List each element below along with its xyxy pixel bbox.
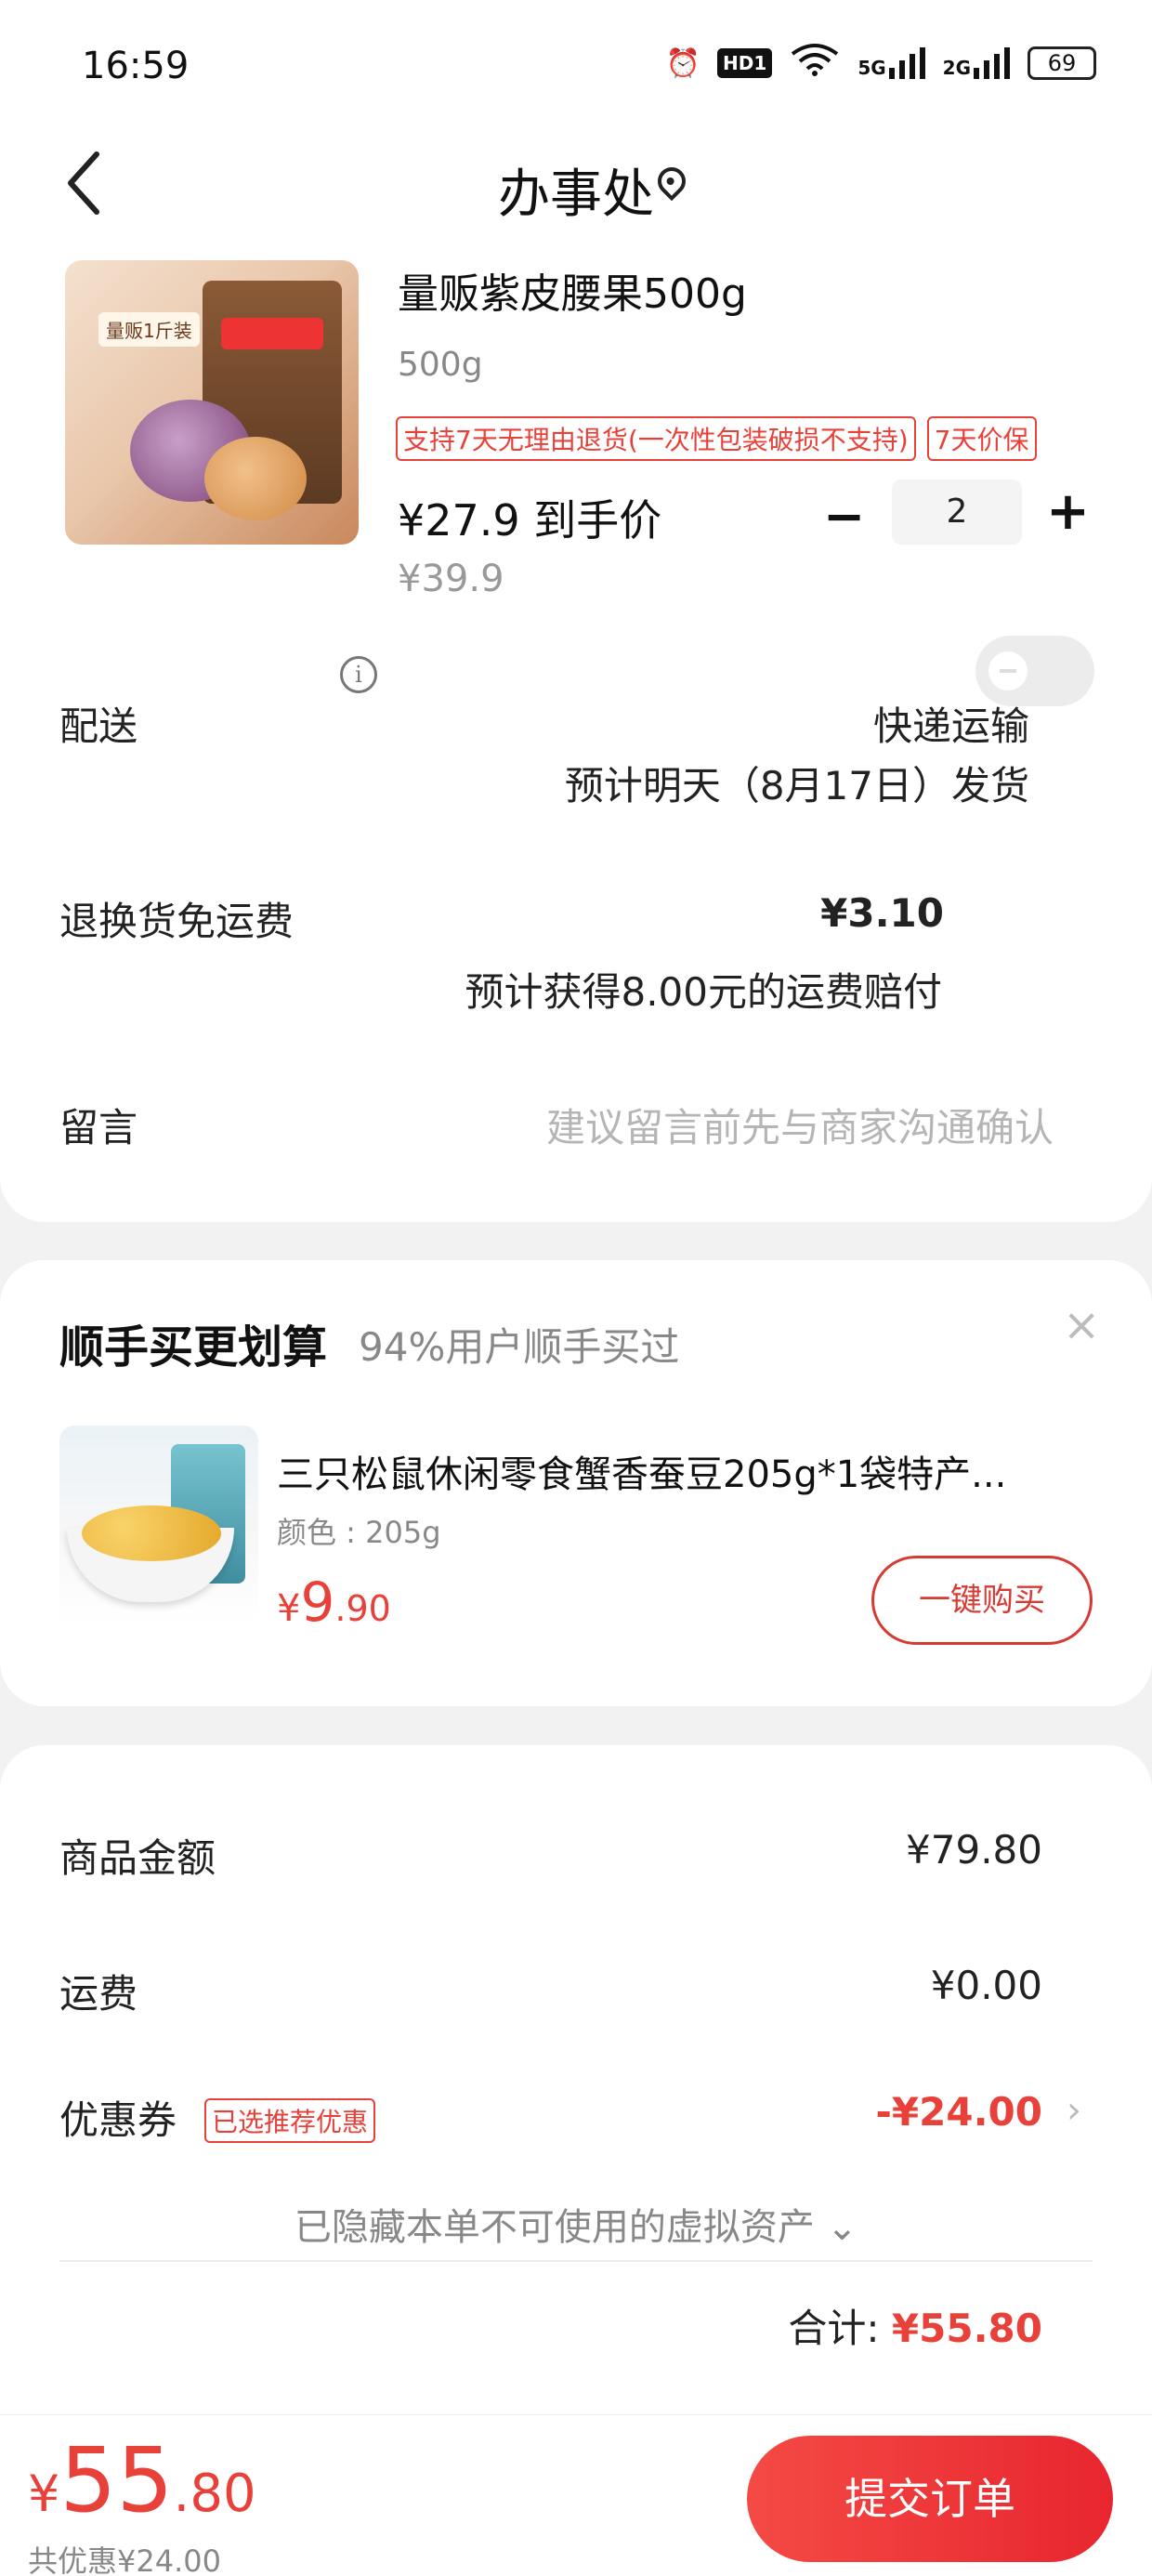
signal-2g-icon: 2G bbox=[943, 47, 1011, 79]
service-badges: 支持7天无理由退货(一次性包装破损不支持) 7天价保 bbox=[396, 416, 1037, 461]
info-icon[interactable]: i bbox=[340, 656, 377, 693]
addon-card: 顺手买更划算 94%用户顺手买过 × 三只松鼠休闲零食蟹香蚕豆205g*1袋特产… bbox=[0, 1260, 1152, 1706]
checkout-price-dec: .80 bbox=[173, 2464, 256, 2524]
toggle-knob bbox=[988, 651, 1028, 690]
order-card: 量贩1斤装 量贩紫皮腰果500g 500g 支持7天无理由退货(一次性包装破损不… bbox=[0, 242, 1152, 1222]
addon-product-spec: 颜色 : 205g bbox=[277, 1515, 441, 1550]
goods-amount-value: ¥79.80 bbox=[906, 1827, 1042, 1873]
page-header: 办事处 bbox=[0, 130, 1152, 242]
checkout-price: ¥55.80 bbox=[28, 2428, 256, 2532]
coupon-value[interactable]: -¥24.00 bbox=[875, 2089, 1042, 2135]
order-total: 合计: ¥55.80 bbox=[788, 2297, 1042, 2354]
total-value: ¥55.80 bbox=[891, 2306, 1042, 2351]
battery-icon: 69 bbox=[1028, 46, 1096, 80]
wifi-icon bbox=[789, 43, 841, 84]
addon-price-int: 9 bbox=[300, 1571, 335, 1634]
delivery-eta: 预计明天（8月17日）发货 bbox=[564, 763, 1029, 808]
checkout-saving: 共优惠¥24.00 bbox=[28, 2543, 221, 2576]
coupon-tag: 已选推荐优惠 bbox=[204, 2098, 376, 2143]
network-5g-label: 5G bbox=[857, 57, 886, 79]
checkout-bar: ¥55.80 共优惠¥24.00 提交订单 bbox=[0, 2414, 1152, 2576]
quantity-decrease-button[interactable]: − bbox=[823, 487, 865, 545]
addon-price: ¥9.90 bbox=[277, 1571, 391, 1634]
addon-price-dec: .90 bbox=[334, 1588, 391, 1629]
addon-beans-graphic bbox=[82, 1505, 221, 1561]
alarm-icon: ⏰ bbox=[665, 46, 701, 80]
return-insurance-note: 预计获得8.00元的运费赔付 bbox=[465, 969, 942, 1015]
status-bar: 16:59 ⏰ HD1 5G 2G 69 bbox=[0, 0, 1152, 130]
addon-title: 顺手买更划算 bbox=[59, 1321, 328, 1373]
return-insurance-price: ¥3.10 bbox=[820, 890, 944, 936]
close-icon[interactable]: × bbox=[1063, 1299, 1100, 1351]
return-insurance-label: 退换货免运费 bbox=[59, 899, 295, 944]
divider bbox=[59, 2260, 1093, 2262]
page-title[interactable]: 办事处 bbox=[0, 152, 1152, 228]
message-input[interactable]: 建议留言前先与商家沟通确认 bbox=[546, 1097, 1054, 1153]
coupon-label: 优惠券 bbox=[59, 2097, 177, 2143]
message-label: 留言 bbox=[59, 1105, 138, 1150]
product-price: ¥27.9 到手价 bbox=[398, 495, 662, 545]
status-time: 16:59 bbox=[82, 45, 190, 87]
price-protect-badge: 7天价保 bbox=[926, 416, 1037, 461]
chevron-right-icon[interactable]: › bbox=[1067, 2089, 1081, 2132]
addon-price-currency: ¥ bbox=[277, 1587, 301, 1630]
product-name[interactable]: 量贩紫皮腰果500g bbox=[398, 260, 747, 320]
addon-product-name[interactable]: 三只松鼠休闲零食蟹香蚕豆205g*1袋特产... bbox=[277, 1444, 1094, 1498]
submit-order-button[interactable]: 提交订单 bbox=[747, 2436, 1113, 2562]
product-original-price: ¥39.9 bbox=[398, 558, 504, 600]
addon-product-image[interactable] bbox=[59, 1426, 258, 1624]
return-policy-badge: 支持7天无理由退货(一次性包装破损不支持) bbox=[396, 416, 916, 461]
network-2g-label: 2G bbox=[942, 57, 971, 79]
hd-icon: HD1 bbox=[717, 48, 773, 78]
one-click-buy-button[interactable]: 一键购买 bbox=[871, 1556, 1093, 1645]
total-label: 合计: bbox=[788, 2306, 892, 2351]
status-icons: ⏰ HD1 5G 2G 69 bbox=[666, 43, 1096, 84]
product-spec: 500g bbox=[398, 346, 483, 384]
quantity-increase-button[interactable]: + bbox=[1046, 481, 1090, 542]
product-image[interactable]: 量贩1斤装 bbox=[65, 260, 359, 545]
checkout-price-int: 55 bbox=[59, 2428, 174, 2532]
shipping-label: 运费 bbox=[59, 1971, 138, 2017]
shipping-value: ¥0.00 bbox=[930, 1963, 1042, 2008]
summary-card: 商品金额 ¥79.80 运费 ¥0.00 优惠券 已选推荐优惠 -¥24.00 … bbox=[0, 1745, 1152, 2414]
signal-5g-icon: 5G bbox=[857, 47, 925, 79]
delivery-label: 配送 bbox=[59, 703, 138, 749]
addon-subtitle: 94%用户顺手买过 bbox=[359, 1324, 680, 1370]
hidden-assets-toggle[interactable]: 已隐藏本单不可使用的虚拟资产 ⌄ bbox=[0, 2197, 1152, 2251]
quantity-input[interactable]: 2 bbox=[892, 480, 1022, 545]
product-nut-graphic bbox=[204, 437, 307, 520]
product-image-tag: 量贩1斤装 bbox=[98, 312, 200, 347]
goods-amount-label: 商品金额 bbox=[59, 1835, 216, 1881]
checkout-price-currency: ¥ bbox=[28, 2464, 60, 2523]
return-insurance-toggle[interactable] bbox=[975, 636, 1094, 706]
